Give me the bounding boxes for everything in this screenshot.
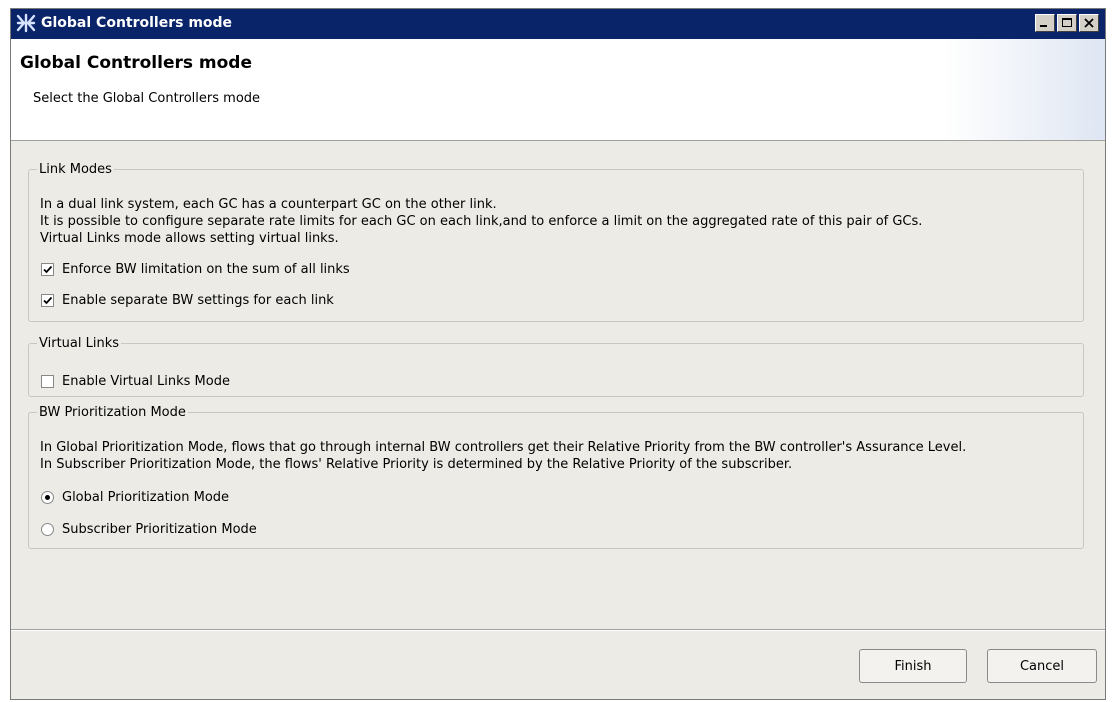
title-bar[interactable]: Global Controllers mode	[11, 9, 1105, 39]
bw-prioritization-desc-1: In Global Prioritization Mode, flows tha…	[40, 440, 967, 455]
window-controls	[1035, 14, 1099, 32]
subscriber-prioritization-label: Subscriber Prioritization Mode	[62, 521, 257, 537]
wizard-header: Global Controllers mode Select the Globa…	[11, 39, 1105, 141]
checkbox-box[interactable]	[41, 262, 54, 276]
finish-button[interactable]: Finish	[859, 649, 967, 683]
enable-virtual-links-label: Enable Virtual Links Mode	[62, 373, 230, 389]
global-prioritization-label: Global Prioritization Mode	[62, 489, 230, 505]
app-icon	[15, 12, 37, 34]
enforce-bw-sum-label: Enforce BW limitation on the sum of all …	[62, 261, 350, 277]
bw-prioritization-legend: BW Prioritization Mode	[39, 405, 186, 420]
separate-bw-checkbox[interactable]: Enable separate BW settings for each lin…	[41, 290, 334, 310]
enable-virtual-links-checkbox[interactable]: Enable Virtual Links Mode	[41, 371, 230, 391]
close-icon	[1084, 18, 1094, 28]
link-modes-desc-2: It is possible to configure separate rat…	[40, 214, 923, 229]
page-title: Global Controllers mode	[20, 53, 252, 73]
virtual-links-legend: Virtual Links	[39, 336, 120, 351]
link-modes-desc-1: In a dual link system, each GC has a cou…	[40, 197, 497, 212]
checkbox-box[interactable]	[41, 374, 54, 388]
virtual-links-group: Virtual Links Enable Virtual Links Mode	[28, 336, 1084, 397]
enforce-bw-sum-checkbox[interactable]: Enforce BW limitation on the sum of all …	[41, 259, 350, 279]
minimize-button[interactable]	[1035, 14, 1055, 32]
page-subtitle: Select the Global Controllers mode	[33, 91, 261, 106]
maximize-button[interactable]	[1057, 14, 1077, 32]
window-title: Global Controllers mode	[41, 15, 233, 31]
bw-prioritization-group: BW Prioritization Mode In Global Priorit…	[28, 405, 1084, 549]
close-button[interactable]	[1079, 14, 1099, 32]
dialog-window: Global Controllers mode Global Controlle…	[10, 8, 1106, 700]
maximize-icon	[1062, 18, 1072, 27]
footer-separator	[11, 629, 1105, 631]
header-banner-fade	[945, 39, 1105, 140]
bw-prioritization-desc-2: In Subscriber Prioritization Mode, the f…	[40, 457, 793, 472]
radio-button[interactable]	[41, 522, 54, 536]
cancel-button[interactable]: Cancel	[987, 649, 1097, 683]
link-modes-group: Link Modes In a dual link system, each G…	[28, 162, 1084, 322]
link-modes-desc-3: Virtual Links mode allows setting virtua…	[40, 231, 339, 246]
subscriber-prioritization-radio[interactable]: Subscriber Prioritization Mode	[41, 519, 257, 539]
global-prioritization-radio[interactable]: Global Prioritization Mode	[41, 487, 229, 507]
minimize-icon	[1040, 25, 1047, 27]
link-modes-legend: Link Modes	[39, 162, 112, 177]
radio-selected-dot	[45, 494, 50, 500]
checkmark-icon	[43, 296, 53, 304]
checkbox-box[interactable]	[41, 293, 54, 307]
checkmark-icon	[43, 265, 53, 273]
radio-button[interactable]	[41, 490, 54, 504]
separate-bw-label: Enable separate BW settings for each lin…	[62, 292, 334, 308]
